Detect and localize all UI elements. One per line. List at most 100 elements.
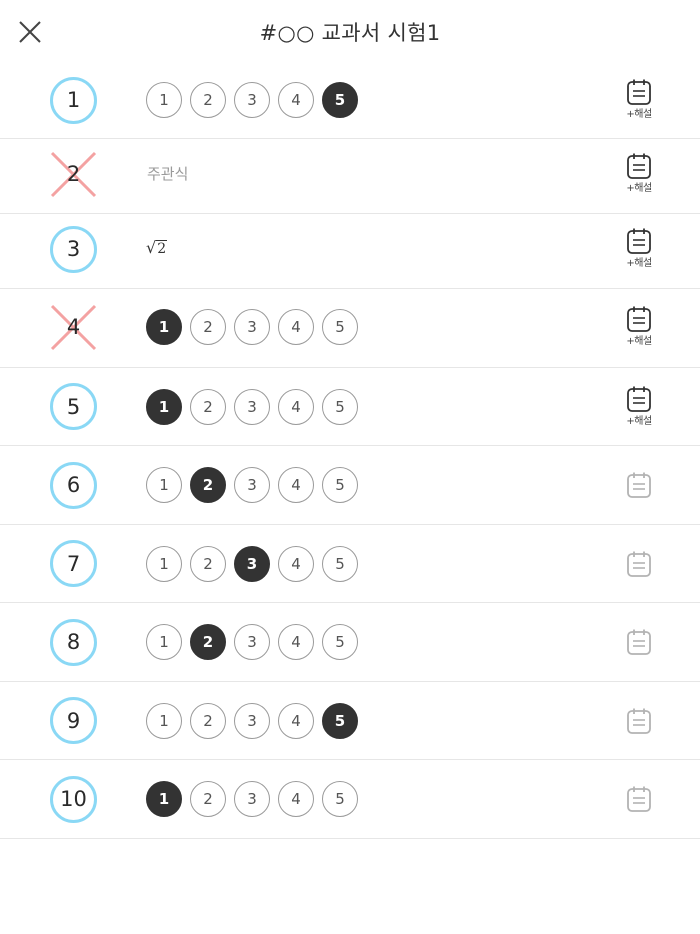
- choice-option[interactable]: 2: [190, 781, 226, 817]
- choice-option[interactable]: 3: [234, 388, 270, 425]
- choice-group: 12345: [146, 388, 366, 425]
- solution-button-disabled: [618, 785, 660, 813]
- choice-group: 12345: [146, 545, 366, 582]
- sqrt-symbol: √: [146, 238, 157, 257]
- choice-option[interactable]: 4: [278, 82, 314, 118]
- solution-calendar-icon: [618, 785, 660, 813]
- correct-marker: 6: [50, 461, 97, 509]
- solution-label: +해설: [626, 183, 652, 194]
- correct-marker: 8: [50, 618, 97, 666]
- choice-option[interactable]: 3: [234, 82, 270, 118]
- question-row: 5 1 2 3 4 5 +해설: [0, 368, 700, 446]
- sqrt-radicand: 2: [156, 240, 168, 257]
- solution-button[interactable]: +해설: [618, 78, 660, 120]
- correct-marker: 10: [50, 775, 97, 823]
- question-row: 6 12345: [0, 446, 700, 525]
- choice-option[interactable]: 2: [190, 545, 226, 582]
- solution-calendar-icon: [618, 471, 660, 499]
- choice-group: 12345: [146, 467, 366, 503]
- choice-option[interactable]: 5: [322, 545, 358, 582]
- choice-option[interactable]: 3: [234, 781, 270, 817]
- question-row: 7 12345: [0, 525, 700, 603]
- choice-option[interactable]: 5: [322, 309, 358, 345]
- choice-option-selected[interactable]: 5: [322, 82, 358, 118]
- question-row: 4 1 2 3 4 5 +해설: [0, 289, 700, 368]
- choice-option[interactable]: 4: [278, 702, 314, 739]
- question-number: 10: [50, 775, 97, 823]
- correct-marker: 5: [50, 383, 97, 430]
- solution-button-disabled: [618, 550, 660, 578]
- choice-option-selected[interactable]: 1: [146, 781, 182, 817]
- choice-option[interactable]: 4: [278, 781, 314, 817]
- solution-calendar-icon: [618, 305, 660, 333]
- choice-option[interactable]: 4: [278, 545, 314, 582]
- choice-option[interactable]: 1: [146, 467, 182, 503]
- wrong-marker: 4: [50, 304, 97, 351]
- solution-calendar-icon: [618, 227, 660, 255]
- solution-calendar-icon: [618, 628, 660, 656]
- question-list: 1 1 2 3 4 5 +해설 2 주관식 +해설 3 √2 +해설 4 1 2 3 4 5 +해설 5 1 2 3 4 5 +해설…: [0, 62, 700, 839]
- question-row: 10 1 2 3 4 5: [0, 760, 700, 839]
- wrong-number-box: 4: [50, 304, 97, 351]
- choice-option[interactable]: 1: [146, 702, 182, 739]
- page-title: #○○ 교과서 시험1: [259, 21, 441, 45]
- solution-label: +해설: [626, 109, 652, 120]
- solution-calendar-icon: [618, 550, 660, 578]
- solution-label: +해설: [626, 336, 652, 347]
- choice-option[interactable]: 4: [278, 624, 314, 660]
- correct-marker: 1: [50, 76, 97, 124]
- choice-option[interactable]: 2: [190, 82, 226, 118]
- choice-option[interactable]: 4: [278, 388, 314, 425]
- correct-marker: 3: [50, 225, 97, 273]
- solution-button-disabled: [618, 707, 660, 735]
- choice-option[interactable]: 5: [322, 781, 358, 817]
- question-number: 9: [50, 697, 97, 744]
- question-number: 1: [50, 76, 97, 124]
- solution-calendar-icon: [618, 78, 660, 106]
- choice-option[interactable]: 3: [234, 309, 270, 345]
- choice-option[interactable]: 1: [146, 624, 182, 660]
- choice-option-selected[interactable]: 2: [190, 467, 226, 503]
- solution-button[interactable]: +해설: [618, 227, 660, 269]
- choice-option[interactable]: 2: [190, 309, 226, 345]
- question-number: 4: [66, 315, 81, 339]
- choice-option-selected[interactable]: 3: [234, 545, 270, 582]
- choice-option[interactable]: 4: [278, 467, 314, 503]
- solution-button[interactable]: +해설: [618, 385, 660, 427]
- wrong-marker: 2: [50, 151, 97, 198]
- choice-option[interactable]: 5: [322, 388, 358, 425]
- correct-marker: 7: [50, 540, 97, 587]
- choice-group: 12345: [146, 82, 366, 118]
- choice-option-selected[interactable]: 5: [322, 702, 358, 739]
- subjective-answer: 주관식: [147, 165, 189, 183]
- math-answer: √2: [146, 238, 168, 257]
- choice-group: 12345: [146, 781, 366, 817]
- solution-label: +해설: [626, 258, 652, 269]
- solution-button[interactable]: +해설: [618, 305, 660, 347]
- choice-option-selected[interactable]: 1: [146, 388, 182, 425]
- correct-marker: 9: [50, 697, 97, 744]
- solution-button-disabled: [618, 471, 660, 499]
- solution-button[interactable]: +해설: [618, 152, 660, 194]
- choice-option[interactable]: 3: [234, 467, 270, 503]
- solution-button-disabled: [618, 628, 660, 656]
- choice-option[interactable]: 2: [190, 388, 226, 425]
- choice-option[interactable]: 5: [322, 624, 358, 660]
- choice-option[interactable]: 1: [146, 545, 182, 582]
- solution-calendar-icon: [618, 385, 660, 413]
- choice-option[interactable]: 3: [234, 702, 270, 739]
- question-number: 5: [50, 383, 97, 430]
- choice-option[interactable]: 1: [146, 82, 182, 118]
- solution-calendar-icon: [618, 707, 660, 735]
- solution-label: +해설: [626, 415, 652, 427]
- choice-option-selected[interactable]: 1: [146, 309, 182, 345]
- choice-option[interactable]: 2: [190, 702, 226, 739]
- choice-option[interactable]: 3: [234, 624, 270, 660]
- choice-option[interactable]: 4: [278, 309, 314, 345]
- question-row: 8 12345: [0, 603, 700, 682]
- choice-group: 12345: [146, 702, 366, 739]
- choice-option-selected[interactable]: 2: [190, 624, 226, 660]
- question-number: 3: [50, 225, 97, 273]
- choice-option[interactable]: 5: [322, 467, 358, 503]
- question-number: 7: [50, 540, 97, 587]
